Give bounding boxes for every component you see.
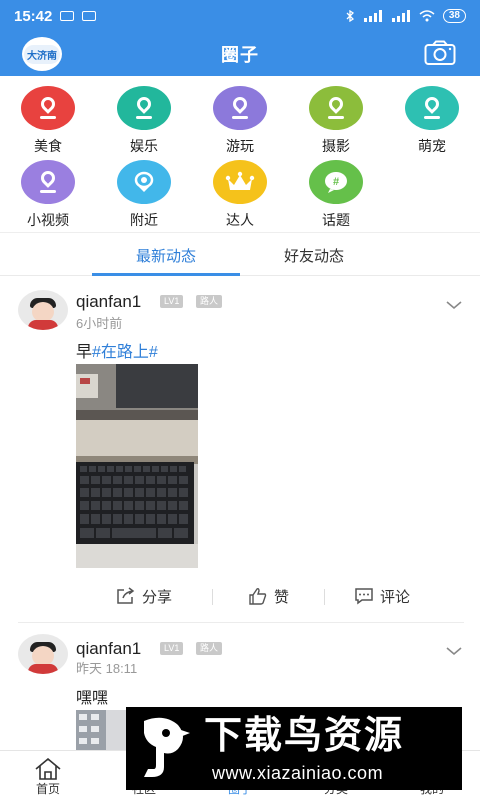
message-icon — [60, 11, 75, 21]
wifi-icon — [419, 10, 435, 22]
username[interactable]: qianfan1 — [76, 292, 141, 312]
post-card: qianfan1 LV1 路人 6小时前 早#在路上# 分享 赞 评论 — [0, 276, 480, 622]
category-label: 附近 — [130, 212, 158, 228]
category-topics[interactable]: # 话题 — [288, 156, 384, 230]
level-badge: LV1 — [160, 295, 184, 308]
avatar[interactable] — [18, 290, 68, 330]
post-actions: 分享 赞 评论 — [76, 580, 464, 612]
map-pin-icon — [309, 86, 363, 130]
home-icon — [35, 758, 61, 780]
chevron-down-icon[interactable] — [446, 646, 462, 656]
rank-badge: 路人 — [196, 642, 223, 655]
signal-icon — [363, 10, 382, 22]
feed-tabs: 最新动态 好友动态 — [0, 232, 480, 276]
comment-icon — [355, 588, 373, 605]
watermark-title: 下载鸟资源 — [204, 715, 405, 757]
category-label: 萌宠 — [418, 138, 446, 154]
category-label: 小视频 — [27, 212, 69, 228]
svg-text:#: # — [333, 176, 339, 188]
app-header: 大济南 圈子 — [0, 32, 480, 76]
rank-badge: 路人 — [196, 295, 223, 308]
crown-icon — [213, 160, 267, 204]
share-label: 分享 — [142, 588, 173, 606]
category-travel[interactable]: 游玩 — [192, 82, 288, 156]
category-experts[interactable]: 达人 — [192, 156, 288, 230]
category-label: 游玩 — [226, 138, 254, 154]
category-short-video[interactable]: 小视频 — [0, 156, 96, 230]
category-label: 娱乐 — [130, 138, 158, 154]
map-pin-icon — [213, 86, 267, 130]
category-label: 美食 — [34, 138, 62, 154]
nav-label: 首页 — [35, 782, 60, 796]
post-text-body: 早 — [76, 344, 93, 361]
post-time: 昨天 18:11 — [76, 661, 138, 676]
username[interactable]: qianfan1 — [76, 639, 141, 659]
watermark-banner: 下载鸟资源 www.xiazainiao.com — [126, 707, 462, 790]
like-button[interactable]: 赞 — [248, 580, 289, 612]
location-icon — [117, 160, 171, 204]
camera-icon[interactable] — [424, 40, 456, 66]
share-button[interactable]: 分享 — [116, 580, 172, 612]
post-hashtag[interactable]: #在路上# — [92, 344, 158, 361]
category-photography[interactable]: 摄影 — [288, 82, 384, 156]
comment-label: 评论 — [380, 588, 411, 606]
post-text: 嘿嘿 — [76, 690, 109, 707]
tab-friends[interactable]: 好友动态 — [240, 233, 388, 277]
category-food[interactable]: 美食 — [0, 82, 96, 156]
category-label: 话题 — [322, 212, 350, 228]
comment-button[interactable]: 评论 — [354, 580, 410, 612]
watermark-url: www.xiazainiao.com — [212, 763, 384, 783]
map-pin-icon — [21, 160, 75, 204]
hashtag-icon: # — [309, 160, 363, 204]
page-title: 圈子 — [221, 45, 259, 65]
divider — [324, 589, 325, 605]
thumbs-up-icon — [249, 588, 267, 605]
status-time: 15:42 — [14, 7, 53, 25]
keyboard-photo — [76, 364, 198, 568]
nav-home[interactable]: 首页 — [0, 751, 96, 800]
battery-indicator: 38 — [442, 9, 466, 23]
avatar[interactable] — [18, 634, 68, 674]
category-nearby[interactable]: 附近 — [96, 156, 192, 230]
share-icon — [117, 587, 135, 604]
category-label: 摄影 — [322, 138, 350, 154]
bird-logo-icon — [144, 717, 190, 777]
like-label: 赞 — [274, 588, 290, 606]
level-badge: LV1 — [160, 642, 184, 655]
category-pets[interactable]: 萌宠 — [384, 82, 480, 156]
map-pin-icon — [21, 86, 75, 130]
city-logo[interactable]: 大济南 — [22, 37, 62, 71]
status-bar: 15:42 38 — [0, 0, 480, 32]
signal-icon — [391, 10, 410, 22]
post-time: 6小时前 — [76, 316, 123, 331]
message-icon — [82, 11, 97, 21]
logo-text: 大济南 — [24, 44, 60, 64]
post-image[interactable] — [76, 364, 198, 568]
category-label: 达人 — [226, 212, 254, 228]
chevron-down-icon[interactable] — [446, 300, 462, 310]
category-entertainment[interactable]: 娱乐 — [96, 82, 192, 156]
category-grid: 美食 娱乐 游玩 摄影 萌宠 小视频 附近 达人 # 话题 — [0, 76, 480, 232]
bluetooth-icon — [346, 10, 354, 22]
map-pin-icon — [117, 86, 171, 130]
divider — [212, 589, 213, 605]
map-pin-icon — [405, 86, 459, 130]
tab-latest[interactable]: 最新动态 — [92, 233, 240, 277]
post-text: 早#在路上# — [76, 338, 158, 362]
